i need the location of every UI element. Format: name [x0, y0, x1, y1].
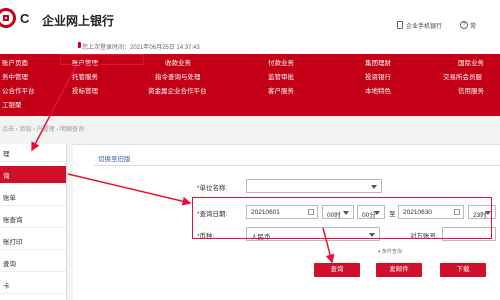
sidebar-item-label: 查询	[3, 261, 16, 268]
pin-icon	[78, 42, 81, 48]
chevron-down-icon	[371, 185, 377, 189]
nav-item-local[interactable]: 本地特色	[365, 85, 391, 95]
breadcrumb[interactable]: 点击 › 添加 › 户管理 › 明细查询	[2, 124, 84, 133]
highlight-box	[192, 197, 492, 239]
nav-item-group-finance[interactable]: 集团理财	[365, 57, 391, 67]
nav-item-fund-platform[interactable]: 资金属企业合作平台	[148, 85, 207, 95]
nav-item-credit[interactable]: 信用服务	[458, 85, 484, 95]
sidebar-item-label: 理	[3, 151, 10, 158]
sidebar-item-0[interactable]: 理	[0, 144, 66, 162]
icbc-logo	[0, 8, 16, 28]
nav-item-international[interactable]: 国际业务	[458, 57, 484, 67]
arrow-to-query-form	[67, 173, 192, 206]
nav-item-payments[interactable]: 付款业务	[268, 57, 294, 67]
switch-old-version-link[interactable]: 切换至旧版	[98, 153, 131, 163]
last-login-text: 您上次登录时间：2021年06月25日 14:37:43	[82, 45, 200, 51]
nav-item-icbc-ju[interactable]: 工银聚	[2, 99, 22, 109]
mobile-bank-link[interactable]: 企业手机银行	[406, 21, 442, 30]
advanced-query-label: 条件查询	[381, 249, 402, 255]
unit-name-label: *单位名称:	[197, 182, 227, 192]
nav-row-3: 公合作平台 投标管理 资金属企业合作平台 客户服务 本地特色 信用服务	[0, 85, 500, 99]
sidebar-item-label: 卡	[3, 283, 10, 290]
highlight-box	[60, 54, 144, 65]
query-button[interactable]: 查询	[314, 263, 360, 277]
sidebar-item-active[interactable]: 询	[0, 166, 66, 184]
page-header: C 企业网上银行 您上次登录时间：2021年06月25日 14:37:43 企业…	[0, 0, 500, 54]
brand-name: 企业网上银行	[42, 14, 115, 28]
brand-short: C	[20, 11, 30, 26]
nav-item-custody[interactable]: 托管服务	[72, 71, 98, 81]
download-button[interactable]: 下载	[440, 263, 486, 277]
sidebar-item-5[interactable]: 查询	[0, 254, 66, 272]
sidebar-scrollbar[interactable]	[66, 144, 73, 300]
help-icon[interactable]: ?	[460, 21, 468, 29]
sidebar-item-6[interactable]: 卡	[0, 276, 66, 294]
nav-item-instruction-query[interactable]: 指令查询与处理	[155, 71, 201, 81]
nav-item-bidding[interactable]: 投标管理	[72, 85, 98, 95]
nav-item-account-page[interactable]: 账户页面	[2, 57, 28, 67]
sidebar-item-label: 询	[3, 173, 10, 180]
sidebar-item-2[interactable]: 账单	[0, 188, 66, 206]
unit-name-label-text: 单位名称:	[199, 185, 228, 192]
sidebar: 理 询 账单 账查询 账打印 查询 卡	[0, 144, 73, 300]
nav-row-2: 务中管理 托管服务 指令查询与处理 监管审批 投资银行 交易所会员服	[0, 71, 500, 85]
nav-item-customer-service[interactable]: 客户服务	[268, 85, 294, 95]
sidebar-item-label: 账查询	[3, 217, 23, 224]
send-mail-button[interactable]: 发邮件	[376, 263, 422, 277]
sidebar-item-label: 账打印	[3, 239, 23, 246]
nav-item-exchange-member[interactable]: 交易所会员服	[443, 71, 482, 81]
phone-icon[interactable]	[397, 21, 403, 29]
nav-item-coop-platform[interactable]: 公合作平台	[2, 85, 35, 95]
nav-item-service-mgmt[interactable]: 务中管理	[2, 71, 28, 81]
help-link[interactable]: 常	[470, 21, 476, 30]
divider	[94, 165, 500, 166]
nav-item-supervision[interactable]: 监管审批	[268, 71, 294, 81]
sidebar-item-label: 账单	[3, 195, 16, 202]
unit-name-select[interactable]	[246, 179, 382, 193]
nav-item-receipts[interactable]: 收款业务	[165, 57, 191, 67]
advanced-query-toggle[interactable]: ▾ 条件查询	[378, 248, 402, 255]
sidebar-item-3[interactable]: 账查询	[0, 210, 66, 228]
nav-item-investment-bank[interactable]: 投资银行	[365, 71, 391, 81]
nav-row-4: 工银聚	[0, 99, 500, 113]
sidebar-item-4[interactable]: 账打印	[0, 232, 66, 250]
